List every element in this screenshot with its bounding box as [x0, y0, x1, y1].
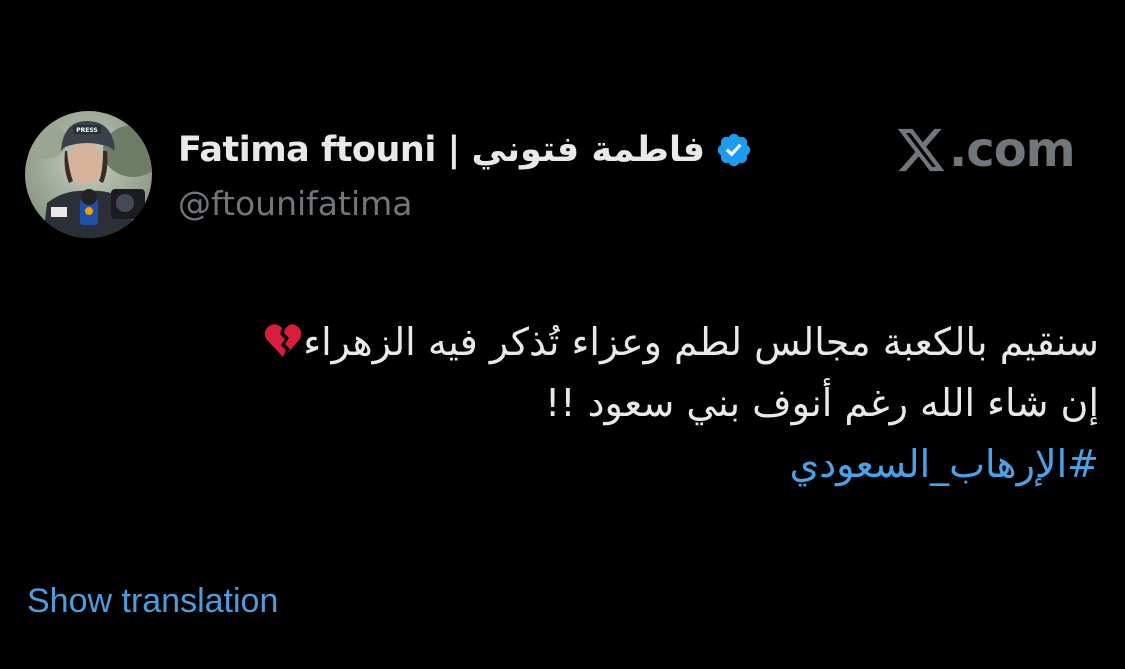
tweet-line-2: إن شاء الله رغم أنوف بني سعود !!: [545, 381, 1099, 425]
x-logo-icon: [897, 128, 945, 172]
author-display-name[interactable]: Fatima ftouni | فاطمة فتوني: [178, 130, 706, 170]
brand-watermark: .com: [895, 118, 1076, 182]
author-handle[interactable]: @ftounifatima: [178, 184, 818, 223]
avatar-press-text: PRESS: [76, 127, 98, 134]
verified-badge-icon: [717, 133, 751, 167]
hashtag-link[interactable]: #الإرهاب_السعودي: [99, 434, 1099, 495]
author-identity: Fatima ftouni | فاطمة فتوني @ftounifatim…: [178, 120, 818, 223]
avatar-photo: PRESS: [25, 111, 152, 238]
tweet-text: سنقيم بالكعبة مجالس لطم وعزاء تُذكر فيه …: [99, 312, 1099, 495]
tweet-line-1: سنقيم بالكعبة مجالس لطم وعزاء تُذكر فيه …: [99, 312, 1099, 373]
name-row: Fatima ftouni | فاطمة فتوني: [178, 120, 818, 180]
tweet-line-1-text: سنقيم بالكعبة مجالس لطم وعزاء تُذكر فيه …: [303, 320, 1099, 364]
avatar[interactable]: PRESS: [25, 111, 152, 238]
show-translation-link[interactable]: Show translation: [27, 582, 278, 621]
brand-text: .com: [949, 122, 1076, 178]
broken-heart-icon: [264, 324, 302, 357]
tweet-card: PRESS Fatima ftouni | فاطمة فتوني @ftoun…: [0, 0, 1125, 669]
